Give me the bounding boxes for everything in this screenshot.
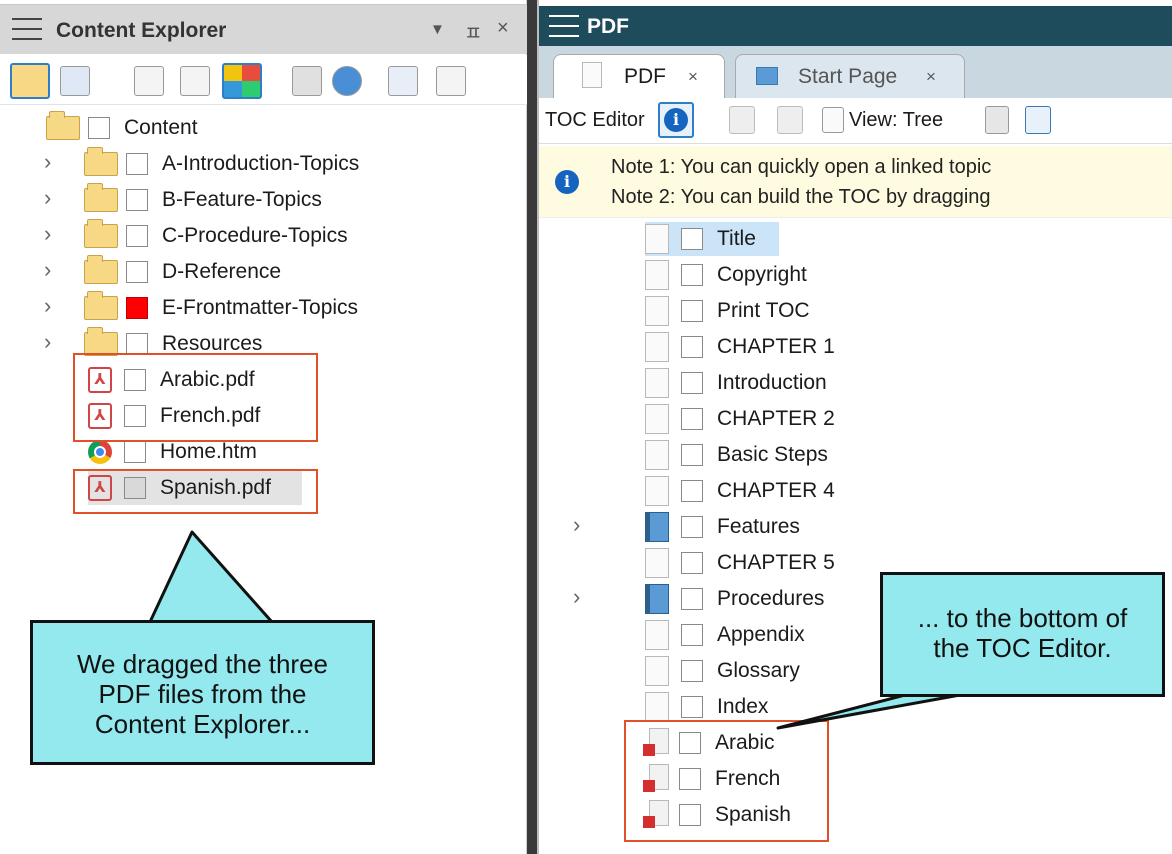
right-callout-pointer: [776, 693, 962, 730]
callout-right: ... to the bottom of the TOC Editor.: [880, 572, 1165, 697]
callout-left: We dragged the three PDF files from the …: [30, 620, 375, 765]
left-callout-pointer: [148, 530, 274, 624]
